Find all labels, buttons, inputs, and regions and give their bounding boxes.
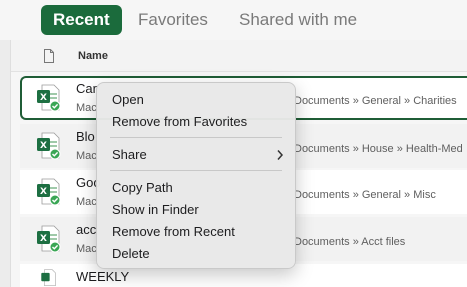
context-menu: Open Remove from Favorites Share Copy Pa… [96, 82, 296, 269]
name-column-header[interactable]: Name [78, 40, 108, 72]
svg-text:X: X [40, 234, 47, 244]
file-name: acc [76, 222, 97, 237]
tab-shared-with-me[interactable]: Shared with me [239, 5, 357, 35]
menu-item-delete[interactable]: Delete [102, 243, 290, 265]
excel-file-icon: X [37, 84, 61, 112]
file-path: Mac [76, 196, 97, 208]
menu-item-show-in-finder[interactable]: Show in Finder [102, 199, 290, 221]
file-path-tail: Documents » House » Health-Med [294, 143, 463, 155]
file-path: Mac [76, 243, 97, 255]
file-path: Mac [76, 102, 97, 114]
synced-check-icon [49, 100, 61, 112]
menu-item-share-label: Share [112, 147, 147, 162]
excel-file-icon: X [37, 132, 61, 160]
file-path: Mac [76, 150, 97, 162]
synced-check-icon [49, 148, 61, 160]
tab-favorites[interactable]: Favorites [138, 5, 208, 35]
file-name: WEEKLY [76, 269, 130, 284]
file-name: Car [76, 81, 97, 96]
svg-text:X: X [40, 187, 47, 197]
synced-check-icon [49, 241, 61, 253]
excel-file-icon [41, 269, 56, 286]
menu-separator [110, 137, 282, 138]
svg-text:X: X [40, 93, 47, 103]
tab-recent[interactable]: Recent [41, 5, 122, 35]
menu-item-copy-path[interactable]: Copy Path [102, 177, 290, 199]
list-header: Name [11, 40, 467, 72]
excel-file-icon: X [37, 225, 61, 253]
excel-file-icon: X [37, 178, 61, 206]
svg-text:X: X [40, 141, 47, 151]
menu-item-open[interactable]: Open [102, 89, 290, 111]
file-icon [44, 49, 54, 63]
file-name: Blo [76, 129, 95, 144]
menu-item-remove-from-recent[interactable]: Remove from Recent [102, 221, 290, 243]
menu-separator [110, 170, 282, 171]
menu-item-remove-from-favorites[interactable]: Remove from Favorites [102, 111, 290, 133]
file-path-tail: Documents » Acct files [294, 236, 406, 248]
synced-check-icon [49, 194, 61, 206]
chevron-right-icon [277, 150, 284, 160]
sidebar-edge [0, 40, 11, 287]
file-path-tail: Documents » General » Charities [294, 95, 457, 107]
menu-item-share[interactable]: Share [102, 144, 290, 166]
file-path-tail: Documents » General » Misc [294, 189, 436, 201]
tab-bar: Recent Favorites Shared with me [0, 0, 467, 40]
